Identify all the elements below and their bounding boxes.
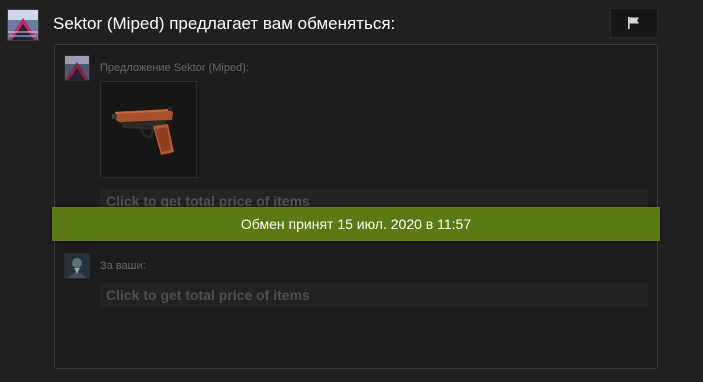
your-offer-label: За ваши: [100, 260, 146, 272]
their-item-slot[interactable] [100, 81, 197, 178]
your-avatar[interactable] [64, 253, 90, 279]
your-avatar-image [65, 254, 89, 278]
report-flag-button[interactable] [610, 8, 658, 38]
trade-accepted-banner: Обмен принят 15 июл. 2020 в 11:57 [52, 207, 660, 241]
partner-avatar[interactable] [7, 9, 39, 41]
their-avatar-image [65, 56, 89, 80]
their-avatar[interactable] [64, 55, 90, 81]
their-offer-label: Предложение Sektor (Miped): [100, 62, 249, 74]
flag-icon [628, 17, 639, 29]
partner-avatar-image [8, 10, 38, 40]
trade-title: Sektor (Miped) предлагает вам обменяться… [53, 14, 396, 33]
your-total-price-button[interactable]: Click to get total price of items [100, 283, 648, 307]
pistol-icon [112, 107, 174, 155]
